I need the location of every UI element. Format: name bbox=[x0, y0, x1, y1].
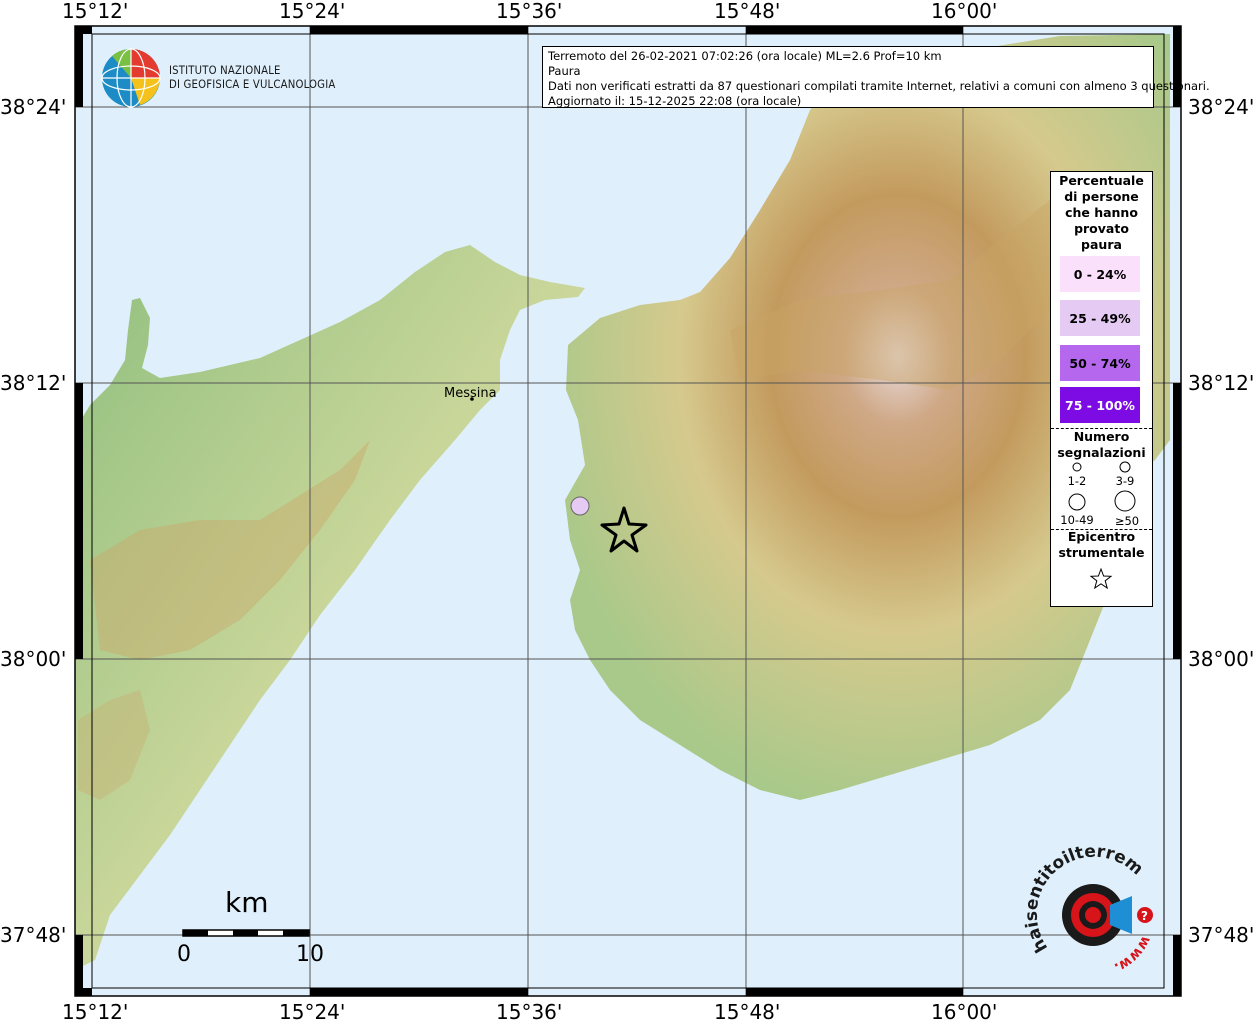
legend-class-75-100: 75 - 100% bbox=[1060, 387, 1140, 423]
legend-title-3: che hanno bbox=[1065, 205, 1138, 220]
lon-label-top-4: 15°48' bbox=[714, 0, 781, 23]
legend-circle-50 bbox=[1114, 490, 1136, 512]
event-info-line-3: Dati non verificati estratti da 87 quest… bbox=[548, 79, 1210, 93]
legend-epicenter-title-1: Epicentro bbox=[1067, 529, 1136, 544]
legend-count-10-49: 10-49 bbox=[1060, 513, 1094, 527]
svg-text:?: ? bbox=[1141, 909, 1148, 923]
lon-label-bottom-1: 15°12' bbox=[62, 1000, 129, 1024]
lon-label-bottom-2: 15°24' bbox=[279, 1000, 346, 1024]
legend-class-50-74: 50 - 74% bbox=[1060, 345, 1140, 381]
report-point[interactable] bbox=[570, 496, 590, 516]
legend-circle-10-49 bbox=[1068, 493, 1086, 511]
lat-label-left-3: 38°00' bbox=[0, 647, 67, 671]
legend-circle-1-2 bbox=[1072, 462, 1082, 472]
lon-label-bottom-3: 15°36' bbox=[496, 1000, 563, 1024]
legend: Percentuale di persone che hanno provato… bbox=[1050, 171, 1153, 607]
legend-title-1: Percentuale bbox=[1059, 173, 1144, 188]
ingv-logo-icon bbox=[101, 48, 161, 108]
legend-title-2: di persone bbox=[1064, 189, 1139, 204]
lon-label-bottom-5: 16°00' bbox=[931, 1000, 998, 1024]
scale-max: 10 bbox=[296, 942, 324, 967]
lon-label-top-1: 15°12' bbox=[62, 0, 129, 23]
lon-label-top-3: 15°36' bbox=[496, 0, 563, 23]
lat-label-right-3: 38°00' bbox=[1188, 647, 1254, 671]
legend-class-0-24: 0 - 24% bbox=[1060, 256, 1140, 292]
lon-label-top-2: 15°24' bbox=[279, 0, 346, 23]
scale-bar bbox=[182, 929, 310, 937]
ingv-logo-text: ISTITUTO NAZIONALE DI GEOFISICA E VULCAN… bbox=[169, 63, 335, 91]
lat-label-left-2: 38°12' bbox=[0, 371, 67, 395]
lat-label-left-1: 38°24' bbox=[0, 95, 67, 119]
lat-label-right-4: 37°48' bbox=[1188, 923, 1254, 947]
legend-count-3-9: 3-9 bbox=[1115, 474, 1135, 488]
legend-class-25-49: 25 - 49% bbox=[1060, 300, 1140, 336]
legend-count-50: ≥50 bbox=[1114, 514, 1140, 528]
event-info-box: Terremoto del 26-02-2021 07:02:26 (ora l… bbox=[542, 46, 1210, 108]
lat-label-left-4: 37°48' bbox=[0, 923, 67, 947]
scale-min: 0 bbox=[177, 942, 191, 967]
event-info-line-4: Aggiornato il: 15-12-2025 22:08 (ora loc… bbox=[548, 94, 802, 108]
legend-count-1-2: 1-2 bbox=[1067, 474, 1087, 488]
legend-title-4: provato bbox=[1074, 221, 1129, 236]
lon-label-bottom-4: 15°48' bbox=[714, 1000, 781, 1024]
event-info-line-1: Terremoto del 26-02-2021 07:02:26 (ora l… bbox=[548, 49, 942, 63]
ingv-logo-line-1: ISTITUTO NAZIONALE bbox=[169, 63, 281, 77]
legend-epicenter-title-2: strumentale bbox=[1058, 545, 1145, 560]
legend-circle-3-9 bbox=[1119, 461, 1131, 473]
city-label-messina: Messina bbox=[444, 386, 497, 401]
legend-count-title-1: Numero bbox=[1073, 429, 1130, 444]
ingv-logo-line-2: DI GEOFISICA E VULCANOLOGIA bbox=[169, 77, 336, 91]
scale-unit: km bbox=[225, 886, 269, 919]
legend-star-icon bbox=[1089, 567, 1113, 589]
event-info-line-2: Paura bbox=[548, 64, 581, 78]
legend-title-5: paura bbox=[1081, 237, 1122, 252]
lat-label-right-2: 38°12' bbox=[1188, 371, 1254, 395]
lon-label-top-5: 16°00' bbox=[931, 0, 998, 23]
lat-label-right-1: 38°24' bbox=[1188, 95, 1254, 119]
